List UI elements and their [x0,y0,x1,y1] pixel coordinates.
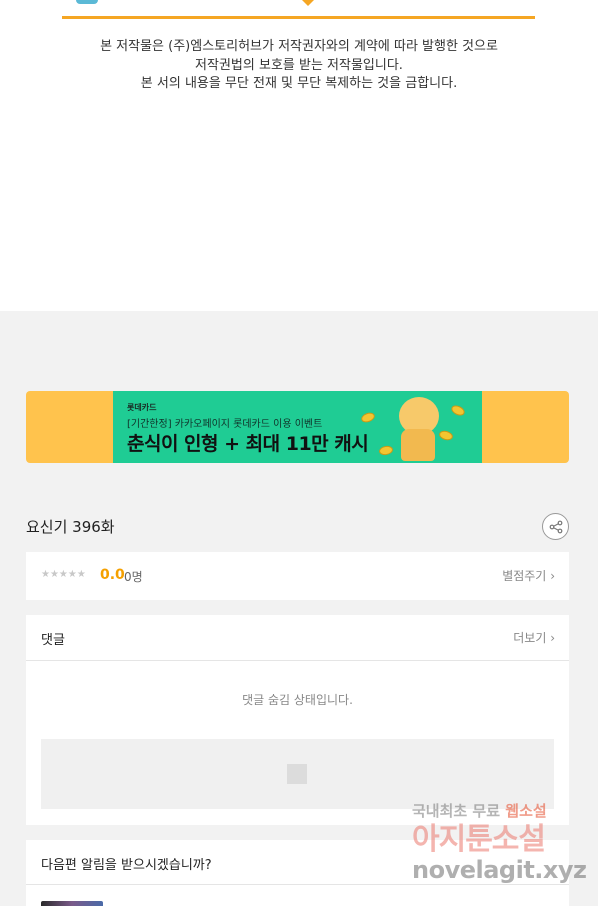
next-episode-thumbnail[interactable] [41,901,103,906]
comments-title: 댓글 [41,633,65,648]
coin-icon [438,429,454,442]
coin-icon [378,444,394,457]
comments-card: 댓글 더보기 › 댓글 숨김 상태입니다. [26,615,569,825]
decorative-shape [76,0,98,4]
divider [26,884,569,885]
share-button[interactable] [542,513,569,540]
comment-placeholder-icon [287,764,307,784]
decorative-shape [302,0,314,6]
rate-button-label: 별점주기 [502,569,547,583]
rate-button[interactable]: 별점주기 › [502,567,555,584]
notify-card: 다음편 알림을 받으시겠습니까? [26,840,569,906]
ad-title: 춘식이 인형 + 최대 11만 캐시 [127,433,369,455]
copyright-line: 본 서의 내용을 무단 전재 및 무단 복제하는 것을 금합니다. [140,76,458,91]
comments-header: 댓글 더보기 › [26,615,569,661]
ad-subtitle: [기간한정] 카카오페이지 롯데카드 이용 이벤트 [127,419,323,430]
character-body-icon [401,429,435,461]
coin-icon [359,410,377,425]
chevron-right-icon: › [550,631,555,645]
rating-count: 0명 [124,570,143,584]
star-rating-icon: ★★★★★ [41,569,86,580]
chevron-right-icon: › [550,569,555,583]
notify-question: 다음편 알림을 받으시겠습니까? [41,858,212,873]
copyright-line: 본 저작물은 (주)엠스토리허브가 저작권자와의 계약에 따라 발행한 것으로 [100,39,498,54]
ad-banner-content[interactable]: 롯데카드 [기간한정] 카카오페이지 롯데카드 이용 이벤트 춘식이 인형 + … [113,391,482,463]
comments-more-button[interactable]: 더보기 › [513,629,555,646]
comments-more-label: 더보기 [513,631,547,645]
rating-score: 0.0 [100,567,125,583]
share-icon [549,520,562,533]
coin-icon [449,403,467,418]
divider [62,16,535,19]
rating-card: ★★★★★ 0.0 0명 별점주기 › [26,552,569,600]
copyright-notice: 본 저작물은 (주)엠스토리허브가 저작권자와의 계약에 따라 발행한 것으로 … [0,38,598,94]
ad-banner[interactable]: 롯데카드 [기간한정] 카카오페이지 롯데카드 이용 이벤트 춘식이 인형 + … [26,391,569,463]
copyright-section: 본 저작물은 (주)엠스토리허브가 저작권자와의 계약에 따라 발행한 것으로 … [0,0,598,311]
ad-brand: 롯데카드 [127,403,157,412]
episode-title: 요신기 396화 [26,518,115,536]
copyright-line: 저작권법의 보호를 받는 저작물입니다. [195,57,403,73]
comment-input-box[interactable] [41,739,554,809]
comments-hidden-message: 댓글 숨김 상태입니다. [242,693,353,707]
